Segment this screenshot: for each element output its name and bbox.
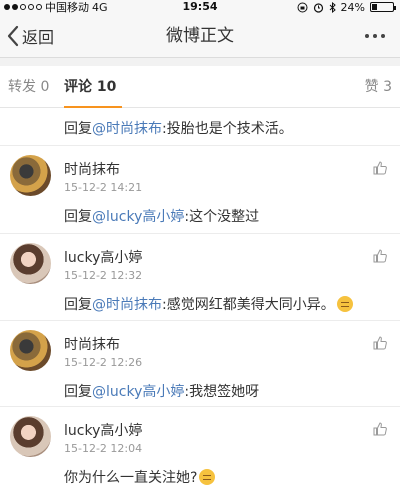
thumbs-up-icon[interactable] xyxy=(372,335,388,351)
alarm-icon xyxy=(313,2,323,13)
nav-bar: 返回 微博正文 xyxy=(0,14,400,58)
thumbs-up-icon[interactable] xyxy=(372,421,388,437)
tab-comment-label: 评论 10 xyxy=(64,79,117,95)
tab-like[interactable]: 赞 3 xyxy=(365,66,392,108)
comment-author[interactable]: lucky高小婷 xyxy=(64,247,142,267)
thinking-emoji-icon xyxy=(199,469,216,485)
orientation-lock-icon xyxy=(297,2,308,12)
comment-author[interactable]: 时尚抹布 xyxy=(64,334,120,354)
mention-link[interactable]: @lucky高小婷 xyxy=(92,209,184,225)
comment-text: 回复@时尚抹布:投胎也是个技术活。 xyxy=(64,121,293,137)
avatar[interactable] xyxy=(10,330,51,371)
comment-item[interactable]: 回复@时尚抹布:投胎也是个技术活。 xyxy=(0,108,400,146)
thumbs-up-icon[interactable] xyxy=(372,160,388,176)
more-icon[interactable] xyxy=(358,14,392,58)
battery-icon xyxy=(370,2,396,12)
status-right: 24% xyxy=(297,0,396,14)
battery-percent: 24% xyxy=(340,0,365,14)
comment-item[interactable]: lucky高小婷 15-12-2 12:04 你为什么一直关注她? xyxy=(0,407,400,491)
bluetooth-icon xyxy=(329,1,336,13)
page-title: 微博正文 xyxy=(166,26,234,46)
tab-comment[interactable]: 评论 10 xyxy=(64,66,123,108)
comment-text: 回复@lucky高小婷:这个没整过 xyxy=(64,209,260,225)
thumbs-up-icon[interactable] xyxy=(372,248,388,264)
comment-text: 回复@时尚抹布:感觉网红都美得大同小异。 xyxy=(64,294,388,314)
mention-link[interactable]: @时尚抹布 xyxy=(92,297,162,313)
avatar[interactable] xyxy=(10,155,51,196)
comment-time: 15-12-2 12:32 xyxy=(64,269,143,282)
avatar[interactable] xyxy=(10,243,51,284)
mention-link[interactable]: @时尚抹布 xyxy=(92,121,162,137)
avatar[interactable] xyxy=(10,416,51,457)
comment-item[interactable]: 时尚抹布 15-12-2 12:26 回复@lucky高小婷:我想签她呀 xyxy=(0,321,400,407)
comment-text: 回复@lucky高小婷:我想签她呀 xyxy=(64,384,260,400)
tab-repost[interactable]: 转发 0 xyxy=(8,66,49,108)
comment-time: 15-12-2 12:26 xyxy=(64,356,143,369)
comment-text: 你为什么一直关注她? xyxy=(64,467,388,487)
comment-author[interactable]: lucky高小婷 xyxy=(64,420,142,440)
comment-author[interactable]: 时尚抹布 xyxy=(64,159,120,179)
comment-item[interactable]: 时尚抹布 15-12-2 14:21 回复@lucky高小婷:这个没整过 xyxy=(0,146,400,234)
comment-time: 15-12-2 12:04 xyxy=(64,442,143,455)
status-bar: 中国移动 4G 19:54 24% xyxy=(0,0,400,14)
mention-link[interactable]: @lucky高小婷 xyxy=(92,384,184,400)
comment-time: 15-12-2 14:21 xyxy=(64,181,143,194)
comment-list[interactable]: 回复@时尚抹布:投胎也是个技术活。 时尚抹布 15-12-2 14:21 回复@… xyxy=(0,108,400,491)
tab-bar: 转发 0 评论 10 赞 3 xyxy=(0,66,400,108)
disappointed-emoji-icon xyxy=(336,296,353,312)
comment-item[interactable]: lucky高小婷 15-12-2 12:32 回复@时尚抹布:感觉网红都美得大同… xyxy=(0,234,400,321)
